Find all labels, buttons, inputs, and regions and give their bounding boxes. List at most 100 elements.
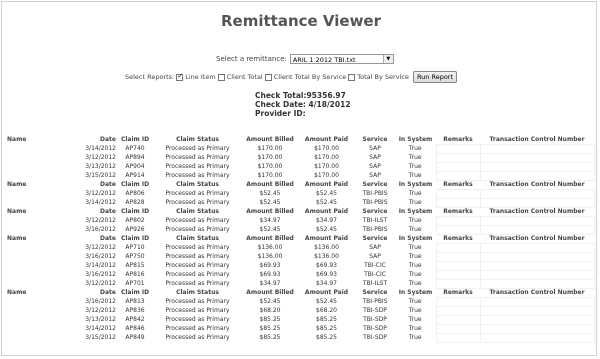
cell-name [6,190,60,199]
table-row: 3/13/2012 AP842 Processed as Primary $85.25… [6,315,596,325]
column-header-link: Link [594,181,596,190]
table-row: 3/12/2012 AP836 Processed as Primary $68.20… [6,306,596,316]
item-link[interactable]: Item [594,298,596,307]
cell-claim-id: AP849 [125,334,145,341]
cell-tcn [479,252,595,262]
item-link[interactable]: Item [594,253,596,262]
cell-service: TBI-CIC [364,271,386,278]
cell-tcn [479,306,595,316]
cell-claim-status: Processed as Primary [165,280,230,287]
cell-remarks [435,153,481,163]
line-item-checkbox[interactable] [176,72,184,81]
run-report-button[interactable]: Run Report [412,71,458,83]
table-header-row: Name Date Claim ID Claim Status Amount Bille… [6,289,596,298]
column-header-link: Link [594,235,596,244]
column-header-service: Service [362,136,388,144]
column-header-date: Date [100,181,116,188]
cell-date: 3/16/2012 [85,298,116,305]
table-header-row: Name Date Claim ID Claim Status Amount Bille… [6,235,596,244]
cell-claim-id: AP740 [125,145,145,152]
cell-amount-billed: $69.93 [259,262,281,269]
cell-date: 3/12/2012 [85,217,116,224]
item-link[interactable]: Item [594,325,596,334]
cell-name [6,226,60,235]
cell-remarks [435,225,481,235]
cell-claim-status: Processed as Primary [165,190,230,197]
column-header-name: Name [7,235,27,242]
cell-remarks [435,216,481,226]
cell-date: 3/13/2012 [85,316,116,323]
column-header-name: Name [7,136,27,144]
item-link[interactable]: Item [594,172,596,181]
column-header-tcn: Transaction Control Number [489,235,585,242]
cell-tcn [479,171,595,181]
cell-tcn [479,324,595,334]
cell-date: 3/14/2012 [85,325,116,332]
item-link[interactable]: Item [594,199,596,208]
item-link[interactable]: Item [594,163,596,172]
cell-claim-status: Processed as Primary [165,154,230,161]
column-header-claim-id: Claim ID [120,136,150,144]
table-header-row: Name Date Claim ID Claim Status Amount Bille… [6,136,596,145]
item-link[interactable]: Item [594,244,596,253]
cell-date: 3/15/2012 [85,334,116,341]
item-link[interactable]: Item [594,307,596,316]
item-link[interactable]: Item [594,226,596,235]
table-row: 3/15/2012 AP849 Processed as Primary $85.25… [6,333,596,343]
cell-name [6,307,60,316]
cell-in-system: True [408,316,422,323]
item-link[interactable]: Item [594,334,596,343]
column-header-amount-billed: Amount Billed [246,136,294,144]
item-link[interactable]: Item [594,217,596,226]
cell-claim-id: AP816 [125,271,145,278]
cell-remarks [435,243,481,253]
cell-service: TBI-PBIS [362,190,388,197]
chevron-down-icon[interactable]: ▼ [382,55,393,63]
item-link[interactable]: Item [594,145,596,154]
cell-claim-status: Processed as Primary [165,199,230,206]
column-header-remarks: Remarks [443,181,473,188]
cell-name [6,145,60,154]
provider-id: Provider ID: [255,109,306,118]
cell-name [6,217,60,226]
cell-date: 3/12/2012 [85,280,116,287]
table-row: 3/12/2012 AP806 Processed as Primary $52.45… [6,189,596,199]
column-header-claim-id: Claim ID [120,235,150,242]
cell-claim-status: Processed as Primary [165,298,230,305]
item-link[interactable]: Item [594,154,596,163]
item-link[interactable]: Item [594,280,596,289]
cell-claim-status: Processed as Primary [165,334,230,341]
cell-service: TBI-SDP [363,334,387,341]
item-link[interactable]: Item [594,190,596,199]
cell-service: TBI-SDP [363,325,387,332]
column-header-tcn: Transaction Control Number [489,136,585,143]
cell-amount-billed: $52.45 [259,226,281,233]
column-header-in-system: In System [398,289,433,296]
cell-remarks [435,279,481,289]
cell-amount-paid: $69.93 [316,271,337,278]
cell-service: SAP [369,244,381,251]
table-row: 3/12/2012 AP710 Processed as Primary $136.0… [6,243,596,253]
cell-in-system: True [408,271,422,278]
cell-service: SAP [369,154,381,161]
cell-tcn [479,297,595,307]
cell-tcn [479,225,595,235]
cell-remarks [435,315,481,325]
column-header-service: Service [362,289,388,296]
cell-amount-paid: $52.45 [316,226,337,233]
client-total-by-service-checkbox[interactable] [264,73,272,81]
remittance-select[interactable]: ARIL 1 2012 TBI.txt ▼ [289,54,394,64]
cell-remarks [435,198,481,208]
item-link[interactable]: Item [594,316,596,325]
client-total-checkbox[interactable] [217,73,225,81]
cell-remarks [435,144,481,154]
total-by-service-checkbox[interactable] [348,73,356,81]
cell-amount-paid: $136.00 [314,244,339,251]
column-header-remarks: Remarks [443,136,473,143]
cell-amount-paid: $85.25 [316,316,337,323]
item-link[interactable]: Item [594,262,596,271]
remittance-select-label: Select a remittance: [216,55,287,63]
cell-claim-id: AP836 [125,307,145,314]
column-header-in-system: In System [398,181,433,188]
item-link[interactable]: Item [594,271,596,280]
